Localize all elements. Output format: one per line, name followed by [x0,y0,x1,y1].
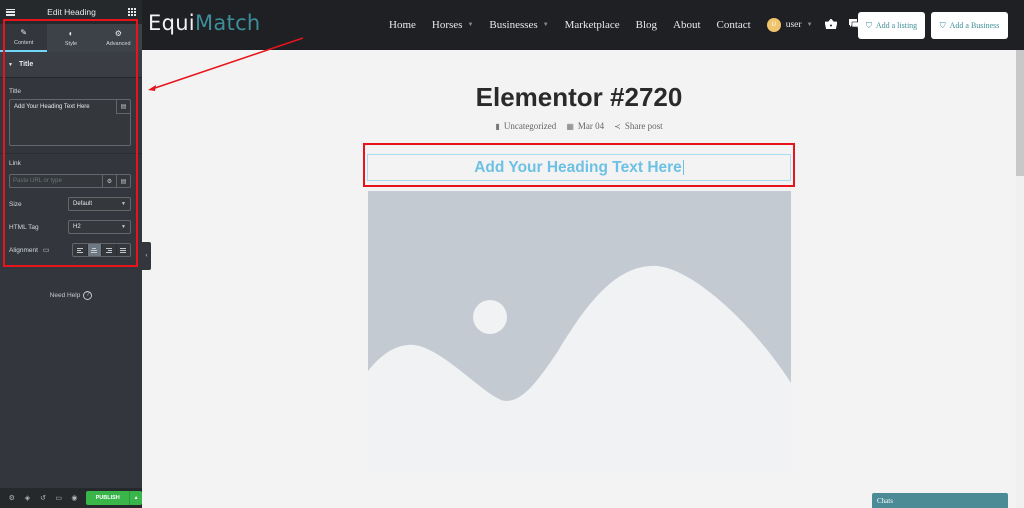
nav-contact-label: Contact [716,19,751,31]
nav-about-label: About [673,19,701,31]
nav-marketplace[interactable]: Marketplace [565,19,620,31]
question-icon: ? [83,291,93,300]
nav-horses[interactable]: Horses ▼ [432,19,474,31]
post-date: ▦ Mar 04 [566,121,604,131]
nav-home-label: Home [389,19,416,31]
add-business-button[interactable]: ⛉ Add a Business [931,12,1008,39]
nav-blog[interactable]: Blog [636,19,657,31]
publish-options-caret-icon[interactable]: ▲ [129,491,142,505]
placeholder-image[interactable] [368,191,791,473]
add-listing-label: Add a listing [875,21,918,30]
user-name: user [785,20,802,30]
add-listing-button[interactable]: ⛉ Add a listing [858,12,925,39]
post-category[interactable]: ▮ Uncategorized [495,121,556,131]
nav-blog-label: Blog [635,19,658,31]
basket-icon[interactable] [824,17,838,32]
site-logo[interactable]: EquiMatch [148,11,261,35]
panel-title: Edit Heading [47,7,96,17]
navigator-layers-icon[interactable]: ◈ [20,494,36,502]
chevron-down-icon: ▼ [467,22,474,28]
preview-eye-icon[interactable]: ◉ [67,494,83,502]
user-menu[interactable]: U user ▼ [766,18,813,32]
nav-businesses[interactable]: Businesses ▼ [489,19,548,31]
nav-horses-label: Horses [431,19,463,31]
annotation-highlight-heading [363,143,795,187]
collapse-panel-button[interactable]: ‹ [142,242,151,270]
placeholder-sun [473,300,507,334]
date-label: Mar 04 [577,121,605,131]
nav-contact[interactable]: Contact [717,19,751,31]
nav-home[interactable]: Home [389,19,416,31]
chats-widget[interactable]: Chats [872,493,1008,508]
page-scrollbar[interactable] [1016,50,1024,508]
responsive-mode-icon[interactable]: ▭ [51,494,67,502]
shield-check-icon: ⛉ [939,20,946,30]
add-business-label: Add a Business [949,21,1000,30]
shield-check-icon: ⛉ [865,20,872,30]
logo-part1: Equi [148,11,195,35]
menu-icon[interactable] [6,8,15,16]
bookmark-icon: ▮ [495,122,500,131]
page-title: Elementor #2720 [475,82,683,112]
share-post[interactable]: ≺ Share post [614,121,662,131]
calendar-icon: ▦ [566,122,574,131]
widgets-grid-icon[interactable] [127,8,136,16]
logo-part2: Match [194,11,261,35]
main-nav: Home Horses ▼ Businesses ▼ Marketplace Blo… [389,17,873,32]
category-label: Uncategorized [503,121,557,131]
scrollbar-thumb[interactable] [1016,50,1024,176]
site-header: EquiMatch Home Horses ▼ Businesses ▼ Marke… [142,0,1024,50]
share-icon: ≺ [614,122,621,131]
chevron-down-icon: ▼ [542,22,549,28]
chevron-down-icon: ▼ [806,22,813,28]
chats-label: Chats [877,497,893,505]
publish-button[interactable]: PUBLISH [86,491,130,505]
nav-about[interactable]: About [673,19,701,31]
avatar: U [766,18,781,32]
history-icon[interactable]: ↺ [35,494,51,502]
elementor-editor: Edit Heading ✎ Content ◐ Style ⚙ Advance… [0,0,1024,508]
share-label: Share post [624,121,663,131]
settings-gear-icon[interactable]: ⚙ [4,494,20,502]
nav-businesses-label: Businesses [489,19,538,31]
post-meta: ▮ Uncategorized ▦ Mar 04 ≺ Share post [142,121,1016,131]
annotation-highlight-panel [3,19,138,267]
panel-footer: ⚙ ◈ ↺ ▭ ◉ PUBLISH ▲ [0,488,142,508]
nav-marketplace-label: Marketplace [564,19,620,31]
need-help-label: Need Help [49,292,81,300]
need-help-link[interactable]: Need Help? [0,291,142,300]
